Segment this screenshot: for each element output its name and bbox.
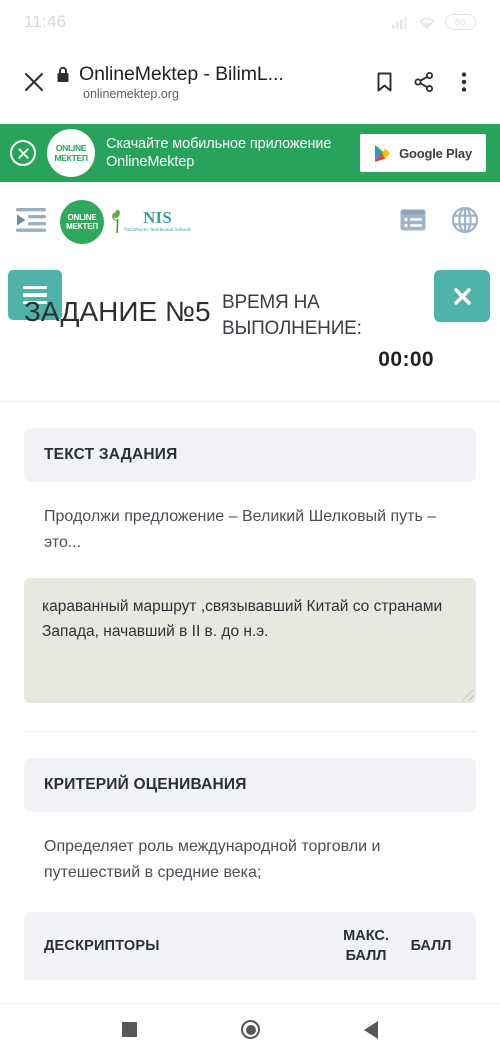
task-header: ЗАДАНИЕ №5 ВРЕМЯ НА ВЫПОЛНЕНИЕ: 00:00 — [0, 262, 500, 402]
timer-label: ВРЕМЯ НА ВЫПОЛНЕНИЕ: — [222, 292, 362, 339]
tasks-list-button[interactable] — [400, 208, 426, 237]
promo-text: Скачайте мобильное приложение OnlineMekt… — [106, 136, 332, 170]
promo-close-button[interactable] — [10, 140, 36, 166]
back-button[interactable] — [364, 1020, 378, 1039]
timer-value: 00:00 — [378, 348, 434, 371]
max-score-line2: БАЛЛ — [345, 948, 387, 964]
android-navigation-bar — [0, 1003, 500, 1055]
globe-icon — [451, 206, 479, 233]
google-play-button[interactable]: Google Play — [360, 134, 486, 172]
descriptors-table-header: ДЕСКРИПТОРЫ МАКС. БАЛЛ БАЛЛ — [24, 912, 476, 980]
page-title: ЗАДАНИЕ №5 — [24, 296, 211, 327]
home-button[interactable] — [241, 1020, 260, 1039]
page-title: OnlineMektep - BilimL... — [79, 63, 284, 85]
max-score-column-header: МАКС. БАЛЛ — [330, 926, 402, 966]
bookmark-icon — [377, 72, 391, 92]
promo-logo-line2: МЕКТЕП — [54, 153, 88, 163]
home-circle-icon — [241, 1020, 260, 1039]
nis-subtitle: Nazarbayev Intellectual Schools — [124, 227, 192, 233]
criteria-heading: КРИТЕРИЙ ОЦЕНИВАНИЯ — [24, 758, 476, 812]
score-column-header: БАЛЛ — [410, 938, 452, 954]
language-switch-button[interactable] — [451, 206, 479, 238]
descriptors-column-header: ДЕСКРИПТОРЫ — [44, 938, 160, 954]
nis-name: NIS — [143, 208, 173, 227]
lock-icon — [57, 66, 69, 82]
recents-square-icon — [122, 1022, 137, 1037]
url-block[interactable]: OnlineMektep - BilimL... onlinemektep.or… — [54, 63, 364, 101]
signal-icon — [392, 16, 407, 29]
task-content: ТЕКСТ ЗАДАНИЯ Продолжи предложение – Вел… — [0, 402, 500, 980]
battery-level: 85 — [454, 16, 467, 28]
onlinemektep-logo: ONLINE МЕКТЕП — [60, 200, 104, 244]
nis-leaf-icon — [112, 210, 120, 234]
status-time: 11:46 — [24, 12, 67, 31]
share-button[interactable] — [404, 62, 444, 102]
brand-line1: ONLINE — [67, 212, 97, 222]
task-text-heading: ТЕКСТ ЗАДАНИЯ — [24, 428, 476, 482]
max-score-line1: МАКС. — [343, 928, 389, 944]
google-play-label: Google Play — [399, 145, 472, 161]
brand-line2: МЕКТЕП — [66, 222, 98, 231]
wifi-icon — [419, 17, 435, 29]
answer-textarea[interactable]: караванный маршрут ,связывавший Китай со… — [24, 578, 476, 703]
site-navbar: ONLINE МЕКТЕП NIS Nazarbayev Intellectua… — [0, 182, 500, 262]
criteria-section: КРИТЕРИЙ ОЦЕНИВАНИЯ Определяет роль межд… — [24, 731, 476, 886]
promo-app-logo: ONLINE МЕКТЕП — [47, 129, 95, 177]
url-host: onlinemektep.org — [83, 87, 179, 101]
close-task-button[interactable] — [434, 270, 490, 322]
promo-logo-line1: ONLINE — [55, 143, 87, 153]
list-view-icon — [400, 209, 426, 230]
answer-value: караванный маршрут ,связывавший Китай со… — [42, 598, 443, 640]
indent-menu-icon — [16, 207, 46, 232]
close-tab-button[interactable] — [14, 62, 54, 102]
task-text-section: ТЕКСТ ЗАДАНИЯ Продолжи предложение – Вел… — [24, 402, 476, 703]
task-text-body: Продолжи предложение – Великий Шелковый … — [44, 508, 437, 551]
status-icons: 85 — [392, 14, 476, 30]
battery-icon: 85 — [445, 14, 476, 30]
site-brand[interactable]: ONLINE МЕКТЕП NIS Nazarbayev Intellectua… — [60, 200, 191, 244]
timer-block: ВРЕМЯ НА ВЫПОЛНЕНИЕ: 00:00 — [222, 290, 434, 372]
nis-text-block: NIS Nazarbayev Intellectual Schools — [124, 209, 191, 233]
close-icon — [25, 73, 43, 91]
sidebar-toggle-button[interactable] — [16, 207, 46, 238]
recents-button[interactable] — [122, 1022, 137, 1037]
back-triangle-icon — [364, 1020, 378, 1039]
overflow-menu-icon — [461, 72, 467, 92]
criteria-body: Определяет роль международной торговли и… — [44, 838, 381, 881]
app-promo-banner: ONLINE МЕКТЕП Скачайте мобильное приложе… — [0, 124, 500, 182]
nis-logo: NIS Nazarbayev Intellectual Schools — [110, 209, 191, 235]
browser-toolbar: OnlineMektep - BilimL... onlinemektep.or… — [0, 44, 500, 120]
google-play-icon — [375, 144, 391, 162]
url-title-row: OnlineMektep - BilimL... — [56, 63, 364, 86]
browser-menu-button[interactable] — [444, 62, 484, 102]
resize-grip-icon[interactable] — [462, 689, 474, 701]
close-circle-icon — [17, 147, 29, 159]
site-navbar-right — [400, 206, 479, 238]
close-icon — [453, 287, 471, 305]
share-icon — [414, 72, 433, 92]
status-bar: 11:46 85 — [0, 0, 500, 44]
site-navbar-left: ONLINE МЕКТЕП NIS Nazarbayev Intellectua… — [16, 200, 191, 244]
bookmark-button[interactable] — [364, 62, 404, 102]
